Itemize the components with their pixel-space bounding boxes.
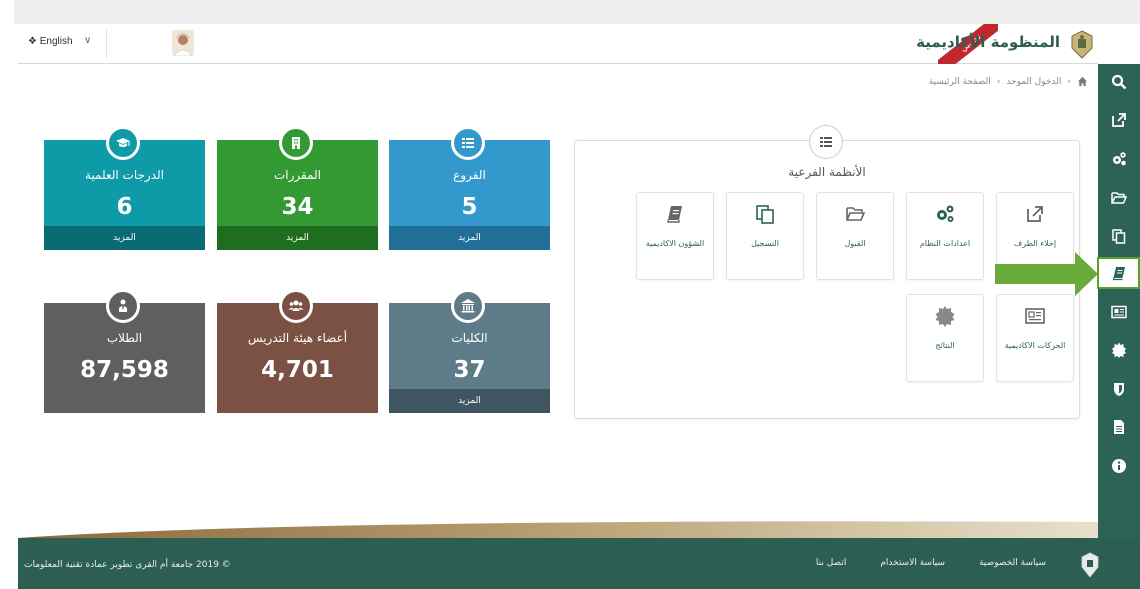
stat-card-courses[interactable]: المقررات 34 المزيد bbox=[217, 126, 378, 250]
stat-card-students[interactable]: الطلاب 87,598 bbox=[44, 289, 205, 413]
graduation-cap-icon bbox=[106, 126, 140, 160]
certificate-icon bbox=[1112, 342, 1126, 358]
book-icon bbox=[1112, 267, 1125, 281]
stat-title: الطلاب bbox=[106, 331, 143, 345]
users-icon bbox=[279, 289, 313, 323]
shield-icon bbox=[1114, 383, 1124, 396]
stat-card-faculty[interactable]: أعضاء هيئة التدريس 4,701 bbox=[217, 289, 378, 413]
book-icon bbox=[637, 203, 713, 227]
tile-label: الحركات الاكاديمية bbox=[1004, 341, 1066, 350]
stat-card-colleges[interactable]: الكليات 37 المزيد bbox=[389, 289, 550, 413]
home-icon[interactable] bbox=[1077, 76, 1088, 87]
footer-copyright: © 2019 جامعة أم القرى تطوير عمادة تقنية … bbox=[24, 560, 231, 570]
sidebar-item-search[interactable] bbox=[1098, 66, 1140, 98]
brand-title[interactable]: المنظومة الأكاديمية bbox=[916, 33, 1060, 51]
footer-link-contact[interactable]: اتصل بنا bbox=[816, 558, 846, 568]
file-icon bbox=[1114, 420, 1124, 434]
breadcrumb-item[interactable]: الدخول الموحد bbox=[1006, 77, 1061, 87]
more-link[interactable]: المزيد bbox=[389, 389, 550, 413]
tile-system-settings[interactable]: اعدادات النظام bbox=[906, 192, 984, 280]
tile-academic-movements[interactable]: الحركات الاكاديمية bbox=[996, 294, 1074, 382]
stat-card-branches[interactable]: الفروع 5 المزيد bbox=[389, 126, 550, 250]
app-frame: ❖ English ∨ تجريبي المنظومة الأكاديمية ›… bbox=[0, 0, 1140, 589]
search-icon bbox=[1111, 74, 1127, 90]
external-link-icon bbox=[1112, 113, 1126, 127]
copy-icon bbox=[727, 203, 803, 227]
more-link[interactable]: المزيد bbox=[389, 226, 550, 250]
tile-label: التسجيل bbox=[751, 239, 779, 248]
stat-title: الكليات bbox=[451, 331, 488, 345]
stat-value: 34 bbox=[281, 194, 314, 220]
external-link-icon bbox=[997, 203, 1073, 227]
newspaper-icon bbox=[997, 305, 1073, 329]
sidebar-item-documents[interactable] bbox=[1098, 411, 1140, 443]
sidebar-item-registration[interactable] bbox=[1098, 220, 1140, 252]
footer-links: سياسة الخصوصية سياسة الاستخدام اتصل بنا bbox=[816, 558, 1046, 568]
newspaper-icon bbox=[1111, 305, 1127, 319]
sidebar-item-results[interactable] bbox=[1098, 334, 1140, 366]
building-icon bbox=[279, 126, 313, 160]
stat-title: الدرجات العلمية bbox=[84, 168, 164, 182]
folder-open-icon bbox=[817, 203, 893, 227]
sidebar-item-clearance[interactable] bbox=[1098, 104, 1140, 136]
stat-title: الفروع bbox=[453, 168, 486, 182]
sidebar bbox=[1097, 64, 1140, 538]
divider bbox=[106, 30, 107, 58]
tile-label: إخلاء الطرف bbox=[1013, 239, 1057, 248]
language-switch[interactable]: ❖ English bbox=[28, 36, 73, 47]
info-icon bbox=[1112, 459, 1126, 473]
more-link[interactable]: المزيد bbox=[44, 226, 205, 250]
tile-label: اعدادات النظام bbox=[919, 239, 971, 248]
footer-link-privacy[interactable]: سياسة الخصوصية bbox=[979, 558, 1046, 568]
language-label: English bbox=[39, 36, 73, 47]
breadcrumb-separator: › bbox=[996, 76, 1001, 87]
gears-icon bbox=[1113, 152, 1126, 166]
tile-label: الشؤون الاكاديمية bbox=[645, 239, 705, 248]
sidebar-item-info[interactable] bbox=[1098, 450, 1140, 482]
tile-admission[interactable]: القبول bbox=[816, 192, 894, 280]
list-icon bbox=[809, 125, 843, 159]
breadcrumb-separator: › bbox=[1067, 76, 1071, 87]
sidebar-item-admission[interactable] bbox=[1098, 182, 1140, 214]
top-strip bbox=[14, 0, 1140, 24]
copy-icon bbox=[1112, 229, 1126, 244]
footer: © 2019 جامعة أم القرى تطوير عمادة تقنية … bbox=[18, 538, 1140, 589]
chevron-down-icon[interactable]: ∨ bbox=[84, 35, 91, 46]
stat-value: 87,598 bbox=[80, 357, 169, 383]
more-link[interactable]: المزيد bbox=[217, 226, 378, 250]
gears-icon bbox=[907, 203, 983, 227]
certificate-icon bbox=[907, 305, 983, 329]
stat-card-degrees[interactable]: الدرجات العلمية 6 المزيد bbox=[44, 126, 205, 250]
tile-label: النتائج bbox=[935, 341, 955, 350]
sidebar-item-security[interactable] bbox=[1098, 373, 1140, 405]
tile-academic-affairs[interactable]: الشؤون الاكاديمية bbox=[636, 192, 714, 280]
stat-title: المقررات bbox=[273, 168, 322, 182]
tile-label: القبول bbox=[844, 239, 866, 248]
stat-title: أعضاء هيئة التدريس bbox=[247, 331, 348, 345]
translate-icon: ❖ bbox=[28, 36, 37, 47]
sidebar-item-academic-movements[interactable] bbox=[1098, 296, 1140, 328]
list-icon bbox=[451, 126, 485, 160]
panel-title: الأنظمة الفرعية bbox=[788, 165, 866, 179]
tile-results[interactable]: النتائج bbox=[906, 294, 984, 382]
stat-value: 6 bbox=[116, 194, 133, 220]
avatar[interactable] bbox=[172, 30, 194, 56]
header: ❖ English ∨ تجريبي المنظومة الأكاديمية bbox=[18, 24, 1098, 64]
student-icon bbox=[106, 289, 140, 323]
tile-registration[interactable]: التسجيل bbox=[726, 192, 804, 280]
arrow-right-icon bbox=[995, 252, 1098, 296]
breadcrumb: › الدخول الموحد › الصفحة الرئيسية bbox=[929, 76, 1088, 87]
sidebar-item-settings[interactable] bbox=[1098, 143, 1140, 175]
institution-icon bbox=[451, 289, 485, 323]
university-logo-icon[interactable] bbox=[1066, 28, 1098, 60]
sidebar-item-academic-affairs[interactable] bbox=[1097, 257, 1140, 289]
university-logo-icon bbox=[1081, 552, 1099, 578]
stat-value: 5 bbox=[461, 194, 478, 220]
stat-value: 4,701 bbox=[261, 357, 334, 383]
folder-open-icon bbox=[1111, 192, 1127, 204]
footer-link-usage-policy[interactable]: سياسة الاستخدام bbox=[880, 558, 945, 568]
decorative-divider bbox=[18, 521, 1098, 538]
breadcrumb-item[interactable]: الصفحة الرئيسية bbox=[929, 77, 991, 87]
stat-value: 37 bbox=[453, 357, 486, 383]
